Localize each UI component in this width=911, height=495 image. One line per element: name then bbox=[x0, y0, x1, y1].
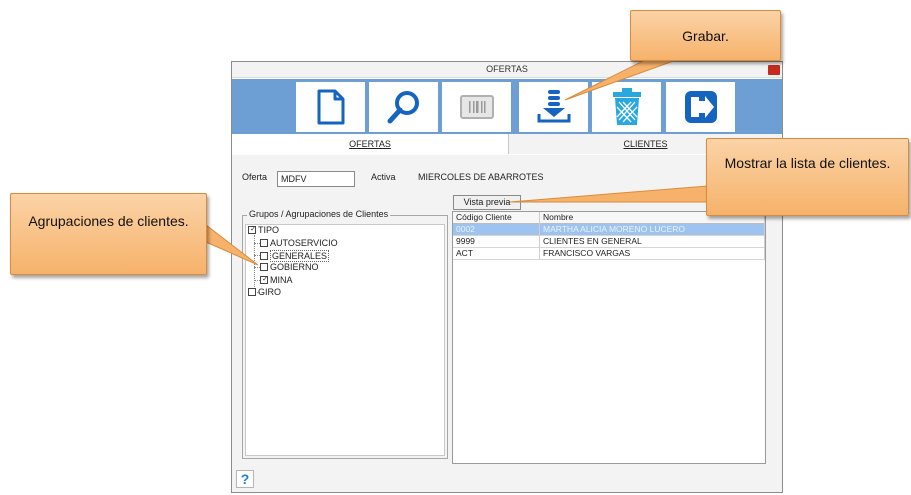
search-button[interactable] bbox=[369, 82, 438, 132]
gobierno-checkbox[interactable] bbox=[260, 263, 268, 271]
giro-checkbox[interactable] bbox=[248, 288, 256, 296]
column-header-code[interactable]: Código Cliente bbox=[453, 212, 540, 224]
table-row[interactable]: 9999 CLIENTES EN GENERAL bbox=[453, 236, 765, 248]
callout-agrupaciones: Agrupaciones de clientes. bbox=[10, 193, 207, 275]
barcode-button[interactable] bbox=[442, 82, 511, 132]
ofertas-window: OFERTAS OFERTAS CLIENTES Oferta MDFV Act… bbox=[231, 61, 783, 493]
new-document-icon bbox=[317, 89, 344, 125]
toolbar bbox=[232, 79, 782, 134]
groups-tree: TIPO AUTOSERVICIO GENERALES GOBIERNO MIN… bbox=[245, 224, 445, 456]
tree-node-giro[interactable]: GIRO bbox=[248, 287, 281, 297]
table-row[interactable]: ACT FRANCISCO VARGAS bbox=[453, 248, 765, 260]
tab-ofertas[interactable]: OFERTAS bbox=[232, 134, 508, 154]
gobierno-label: GOBIERNO bbox=[270, 262, 319, 272]
autoservicio-checkbox[interactable] bbox=[260, 239, 268, 247]
tab-bar: OFERTAS CLIENTES bbox=[232, 134, 782, 154]
tab-ofertas-label: OFERTAS bbox=[349, 139, 391, 149]
title-bar: OFERTAS bbox=[232, 62, 782, 78]
autoservicio-label: AUTOSERVICIO bbox=[270, 238, 338, 248]
preview-button[interactable]: Vista previa bbox=[453, 195, 521, 210]
oferta-description: MIERCOLES DE ABARROTES bbox=[418, 172, 544, 182]
save-button[interactable] bbox=[519, 82, 588, 132]
callout-mostrar-lista: Mostrar la lista de clientes. bbox=[706, 138, 909, 216]
help-button[interactable]: ? bbox=[236, 470, 254, 488]
delete-icon bbox=[612, 88, 641, 125]
groups-title: Grupos / Agrupaciones de Clientes bbox=[247, 209, 391, 219]
giro-label: GIRO bbox=[258, 287, 282, 297]
oferta-label: Oferta bbox=[242, 172, 268, 182]
generales-checkbox[interactable] bbox=[260, 252, 268, 260]
search-icon bbox=[387, 91, 419, 124]
cell-code: 0002 bbox=[453, 224, 540, 236]
callout-agrupaciones-text: Agrupaciones de clientes. bbox=[28, 213, 189, 229]
callout-grabar: Grabar. bbox=[630, 10, 781, 61]
window-title: OFERTAS bbox=[486, 64, 528, 74]
tree-node-mina[interactable]: MINA bbox=[260, 275, 293, 285]
tree-node-gobierno[interactable]: GOBIERNO bbox=[260, 262, 319, 272]
table-row[interactable]: 0002 MARTHA ALICIA MORENO LUCERO bbox=[453, 224, 765, 236]
generales-label: GENERALES bbox=[270, 250, 330, 262]
tipo-checkbox[interactable] bbox=[248, 226, 257, 234]
exit-icon bbox=[684, 91, 717, 123]
cell-name: FRANCISCO VARGAS bbox=[540, 248, 765, 260]
cell-code: 9999 bbox=[453, 236, 540, 248]
groups-box: Grupos / Agrupaciones de Clientes TIPO A… bbox=[242, 209, 448, 459]
tipo-label: TIPO bbox=[258, 225, 280, 235]
oferta-field[interactable]: MDFV bbox=[277, 171, 355, 187]
cell-code: ACT bbox=[453, 248, 540, 260]
new-button[interactable] bbox=[296, 82, 365, 132]
mina-label: MINA bbox=[270, 275, 293, 285]
clientes-panel: Oferta MDFV Activa MIERCOLES DE ABARROTE… bbox=[232, 155, 782, 492]
save-icon bbox=[537, 90, 570, 123]
callout-mostrar-lista-text: Mostrar la lista de clientes. bbox=[724, 155, 891, 171]
callout-grabar-text: Grabar. bbox=[682, 28, 729, 44]
exit-button[interactable] bbox=[666, 82, 735, 132]
status-label: Activa bbox=[371, 172, 396, 182]
close-icon[interactable] bbox=[768, 65, 780, 75]
cell-name: CLIENTES EN GENERAL bbox=[540, 236, 765, 248]
clients-table: Código Cliente Nombre 0002 MARTHA ALICIA… bbox=[452, 211, 766, 464]
cell-name: MARTHA ALICIA MORENO LUCERO bbox=[540, 224, 765, 236]
tree-node-generales[interactable]: GENERALES bbox=[260, 250, 330, 262]
mina-checkbox[interactable] bbox=[260, 276, 269, 284]
tree-node-tipo[interactable]: TIPO bbox=[248, 225, 279, 235]
tab-clientes-label: CLIENTES bbox=[623, 139, 668, 149]
tree-node-autoservicio[interactable]: AUTOSERVICIO bbox=[260, 238, 338, 248]
delete-button[interactable] bbox=[592, 82, 661, 132]
barcode-icon bbox=[459, 95, 494, 119]
